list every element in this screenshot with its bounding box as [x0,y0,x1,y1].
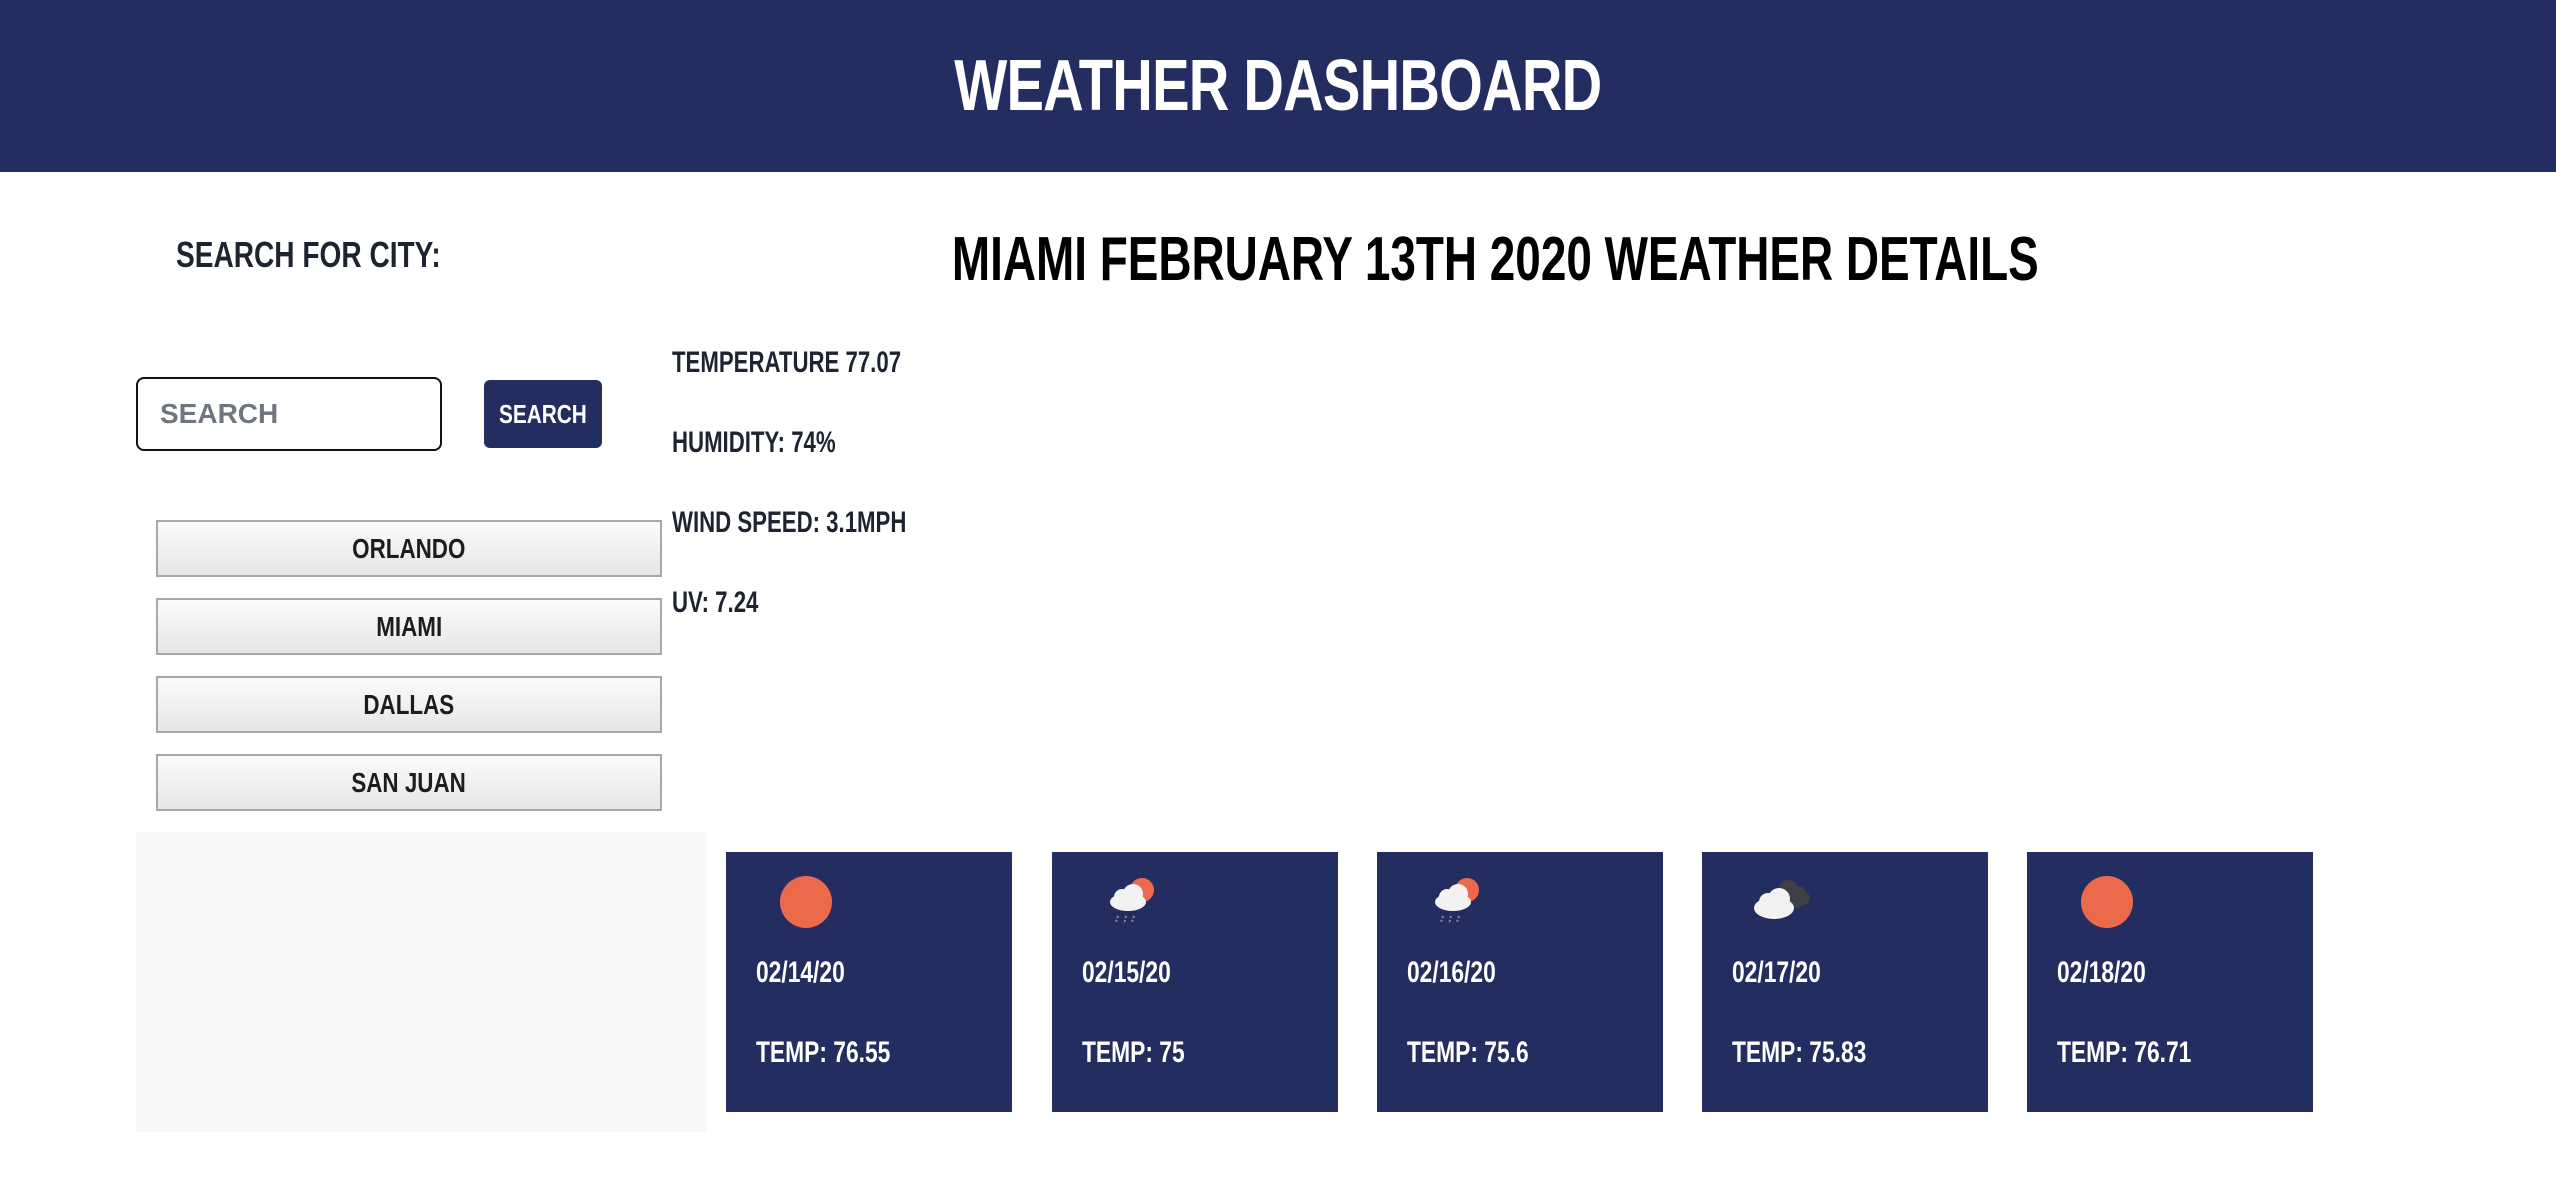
city-button-label: SAN JUAN [351,767,467,798]
search-label: SEARCH FOR CITY: [176,234,441,275]
forecast-card: 02/14/20 TEMP: 76.55 [726,852,1012,1112]
city-button-label: MIAMI [376,611,442,642]
search-input[interactable] [136,377,442,451]
app-header: WEATHER DASHBOARD [0,0,2556,172]
app-title-container: WEATHER DASHBOARD [0,0,2556,172]
sun-icon [780,876,832,928]
forecast-card: 02/15/20 TEMP: 75 [1052,852,1338,1112]
city-button-label: ORLANDO [352,533,466,564]
current-weather-title: MIAMI FEBRUARY 13TH 2020 WEATHER DETAILS [700,224,2290,295]
city-button-label: DALLAS [363,689,455,720]
sun-icon [2081,876,2133,928]
forecast-date: 02/18/20 [2057,956,2146,989]
city-button-miami[interactable]: MIAMI [156,598,662,655]
forecast-date: 02/16/20 [1407,956,1496,989]
city-button-dallas[interactable]: DALLAS [156,676,662,733]
forecast-date: 02/17/20 [1732,956,1821,989]
empty-panel [136,832,706,1132]
clouds-icon [1754,880,1810,919]
forecast-card: 02/16/20 TEMP: 75.6 [1377,852,1663,1112]
search-button[interactable]: SEARCH [484,380,602,448]
sun-cloud-rain-icon [1435,878,1479,925]
forecast-temp: TEMP: 76.55 [756,1036,891,1069]
temperature-detail: TEMPERATURE 77.07 [672,346,902,379]
app-title: WEATHER DASHBOARD [954,46,1602,126]
forecast-date: 02/15/20 [1082,956,1171,989]
forecast-temp: TEMP: 76.71 [2057,1036,2192,1069]
forecast-temp: TEMP: 75.6 [1407,1036,1529,1069]
uv-detail: UV: 7.24 [672,586,759,619]
forecast-date: 02/14/20 [756,956,845,989]
humidity-detail: HUMIDITY: 74% [672,426,836,459]
forecast-card: 02/17/20 TEMP: 75.83 [1702,852,1988,1112]
city-button-orlando[interactable]: ORLANDO [156,520,662,577]
search-button-label: SEARCH [499,398,587,429]
wind-speed-detail: WIND SPEED: 3.1MPH [672,506,907,539]
forecast-temp: TEMP: 75 [1082,1036,1185,1069]
city-button-san-juan[interactable]: SAN JUAN [156,754,662,811]
forecast-card: 02/18/20 TEMP: 76.71 [2027,852,2313,1112]
forecast-temp: TEMP: 75.83 [1732,1036,1867,1069]
sun-cloud-rain-icon [1110,878,1154,925]
current-weather-title-text: MIAMI FEBRUARY 13TH 2020 WEATHER DETAILS [951,225,2039,294]
